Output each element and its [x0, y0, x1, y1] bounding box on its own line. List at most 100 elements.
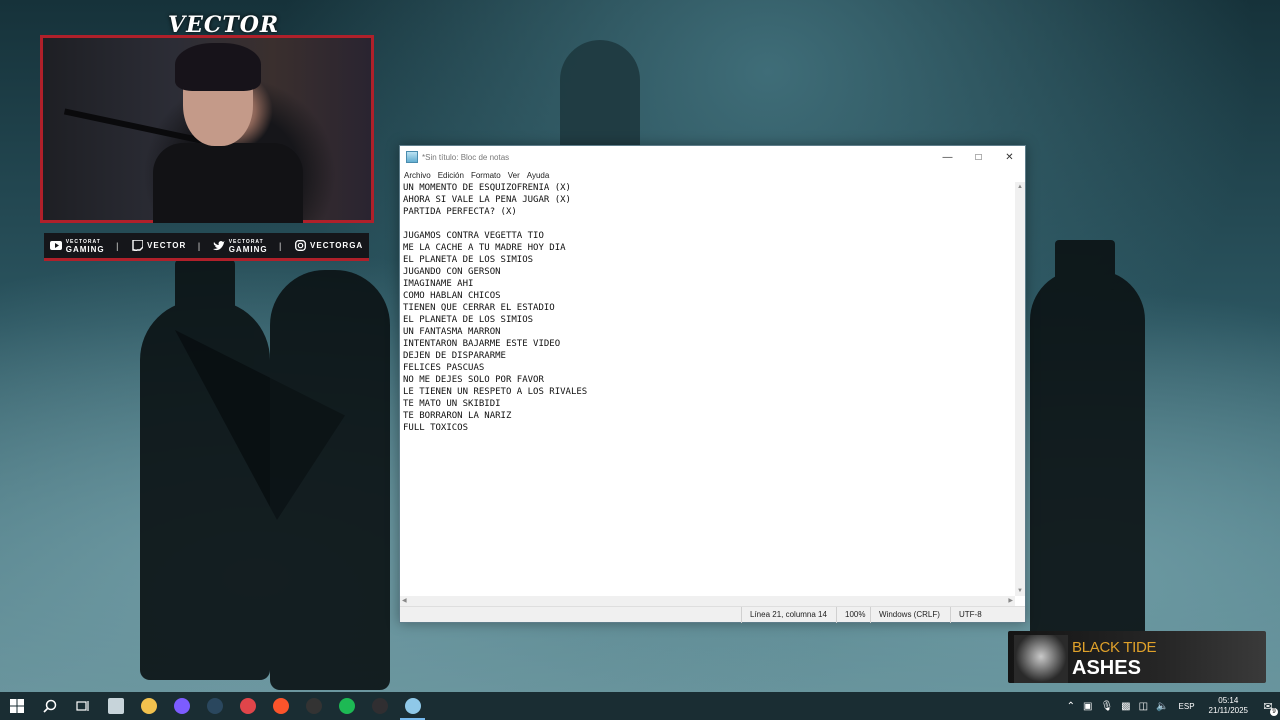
- youtube-icon: [49, 241, 62, 251]
- taskbar-app-valorant[interactable]: [231, 692, 264, 720]
- menu-archivo[interactable]: Archivo: [404, 171, 436, 180]
- action-center-button[interactable]: ✉ 9: [1256, 692, 1280, 720]
- social-instagram: VECTORGA: [294, 240, 364, 251]
- notepad-window[interactable]: *Sin título: Bloc de notas — □ ✕ Archivo…: [399, 145, 1026, 623]
- text-line[interactable]: TIENEN QUE CERRAR EL ESTADIO: [403, 302, 1012, 314]
- text-line[interactable]: NO ME DEJES SOLO POR FAVOR: [403, 374, 1012, 386]
- text-line[interactable]: [403, 218, 1012, 230]
- browser-icon: [107, 698, 124, 714]
- wallpaper-figure: [270, 270, 390, 690]
- text-editor-area[interactable]: UN MOMENTO DE ESQUIZOFRENIA (X) AHORA SI …: [400, 182, 1015, 596]
- search-icon: [42, 699, 56, 713]
- status-bar: Línea 21, columna 14 100% Windows (CRLF)…: [400, 606, 1025, 623]
- social-links-bar: VECTORAT GAMING | VECTOR | VECTORAT GAMING…: [44, 233, 369, 261]
- text-line[interactable]: IMAGINAME AHI: [403, 278, 1012, 290]
- window-title: *Sin título: Bloc de notas: [422, 152, 510, 162]
- task-view-button[interactable]: [66, 692, 99, 720]
- spotify-icon: [338, 698, 355, 714]
- display-icon[interactable]: ◫: [1135, 701, 1152, 712]
- text-line[interactable]: UN FANTASMA MARRON: [403, 326, 1012, 338]
- social-twitter-sub: GAMING: [228, 244, 268, 254]
- menu-ayuda[interactable]: Ayuda: [527, 171, 555, 180]
- album-cover: [1014, 635, 1068, 683]
- text-line[interactable]: TE BORRARON LA NARIZ: [403, 410, 1012, 422]
- menu-formato[interactable]: Formato: [471, 171, 506, 180]
- menu-edicion[interactable]: Edición: [438, 171, 469, 180]
- scroll-down-icon[interactable]: ▼: [1015, 586, 1025, 596]
- line-endings: Windows (CRLF): [870, 606, 950, 623]
- wallpaper-figure: [560, 40, 640, 160]
- meet-icon[interactable]: ▣: [1079, 701, 1096, 712]
- window-titlebar[interactable]: *Sin título: Bloc de notas — □ ✕: [400, 146, 1025, 168]
- text-line[interactable]: FELICES PASCUAS: [403, 362, 1012, 374]
- twitch-icon: [131, 240, 143, 251]
- vertical-scrollbar[interactable]: ▲ ▼: [1015, 182, 1025, 596]
- taskbar-app-epic[interactable]: [297, 692, 330, 720]
- notepad-icon: [406, 151, 418, 163]
- show-hidden-icons-icon[interactable]: ⌃: [1063, 701, 1079, 712]
- text-line[interactable]: EL PLANETA DE LOS SIMIOS: [403, 314, 1012, 326]
- divider: |: [279, 240, 283, 251]
- valorant-icon: [239, 698, 256, 714]
- text-line[interactable]: JUGAMOS CONTRA VEGETTA TIO: [403, 230, 1012, 242]
- close-button[interactable]: ✕: [994, 146, 1025, 168]
- windows-icon: [9, 699, 24, 713]
- social-youtube: VECTORAT GAMING: [49, 238, 105, 254]
- text-line[interactable]: EL PLANETA DE LOS SIMIOS: [403, 254, 1012, 266]
- social-twitter: VECTORAT GAMING: [212, 238, 268, 254]
- taskbar-app-spotify[interactable]: [330, 692, 363, 720]
- zoom-level: 100%: [836, 606, 870, 623]
- scroll-left-icon[interactable]: ◀: [402, 597, 407, 604]
- minimize-button[interactable]: —: [932, 146, 963, 168]
- maximize-button[interactable]: □: [963, 146, 994, 168]
- webcam-feed: [40, 35, 374, 223]
- twitter-icon: [212, 240, 225, 251]
- task-view-icon: [75, 701, 89, 711]
- microphone-icon[interactable]: 🎙: [1096, 701, 1117, 712]
- taskbar-app-discord[interactable]: [165, 692, 198, 720]
- obs-icon: [371, 698, 388, 714]
- notepad-icon: [404, 698, 421, 714]
- scroll-right-icon[interactable]: ▶: [1008, 597, 1013, 604]
- horizontal-scrollbar[interactable]: ◀ ▶: [400, 596, 1015, 606]
- discord-icon: [173, 698, 190, 714]
- taskbar-app-obs[interactable]: [363, 692, 396, 720]
- text-line[interactable]: COMO HABLAN CHICOS: [403, 290, 1012, 302]
- clock[interactable]: 05:14 21/11/2025: [1201, 696, 1256, 716]
- text-line[interactable]: UN MOMENTO DE ESQUIZOFRENIA (X): [403, 182, 1012, 194]
- scroll-up-icon[interactable]: ▲: [1015, 182, 1025, 192]
- volume-icon[interactable]: 🔈: [1152, 701, 1172, 712]
- taskbar-app-brave[interactable]: [264, 692, 297, 720]
- social-twitch: VECTOR: [131, 240, 186, 251]
- taskbar-app-steam[interactable]: [198, 692, 231, 720]
- network-icon[interactable]: ▩: [1117, 701, 1134, 712]
- text-line[interactable]: FULL TOXICOS: [403, 422, 1012, 434]
- start-button[interactable]: [0, 692, 33, 720]
- text-line[interactable]: TE MATO UN SKIBIDI: [403, 398, 1012, 410]
- menu-ver[interactable]: Ver: [508, 171, 525, 180]
- text-line[interactable]: INTENTARON BAJARME ESTE VIDEO: [403, 338, 1012, 350]
- taskbar-app-notepad[interactable]: [396, 692, 429, 720]
- now-playing-track: ASHES: [1072, 657, 1141, 679]
- social-youtube-sub: GAMING: [65, 244, 105, 254]
- instagram-icon: [294, 240, 306, 251]
- social-instagram-label: VECTORGA: [310, 241, 364, 250]
- clock-date: 21/11/2025: [1208, 706, 1248, 715]
- wallpaper-figure: [1030, 240, 1145, 680]
- system-tray: ⌃ ▣ 🎙 ▩ ◫ 🔈 ESP 05:14 21/11/2025 ✉ 9: [1063, 692, 1280, 720]
- now-playing-widget: BLACK TIDE ASHES: [1008, 631, 1266, 683]
- search-button[interactable]: [33, 692, 66, 720]
- text-line[interactable]: AHORA SI VALE LA PENA JUGAR (X): [403, 194, 1012, 206]
- taskbar: ⌃ ▣ 🎙 ▩ ◫ 🔈 ESP 05:14 21/11/2025 ✉ 9: [0, 692, 1280, 720]
- input-language[interactable]: ESP: [1173, 702, 1201, 711]
- taskbar-app-browser[interactable]: [99, 692, 132, 720]
- encoding: UTF-8: [950, 606, 1025, 623]
- text-line[interactable]: LE TIENEN UN RESPETO A LOS RIVALES: [403, 386, 1012, 398]
- taskbar-app-file-explorer[interactable]: [132, 692, 165, 720]
- brave-icon: [272, 698, 289, 714]
- text-line[interactable]: ME LA CACHE A TU MADRE HOY DIA: [403, 242, 1012, 254]
- text-line[interactable]: JUGANDO CON GERSON: [403, 266, 1012, 278]
- steam-icon: [206, 698, 223, 714]
- text-line[interactable]: PARTIDA PERFECTA? (X): [403, 206, 1012, 218]
- text-line[interactable]: DEJEN DE DISPARARME: [403, 350, 1012, 362]
